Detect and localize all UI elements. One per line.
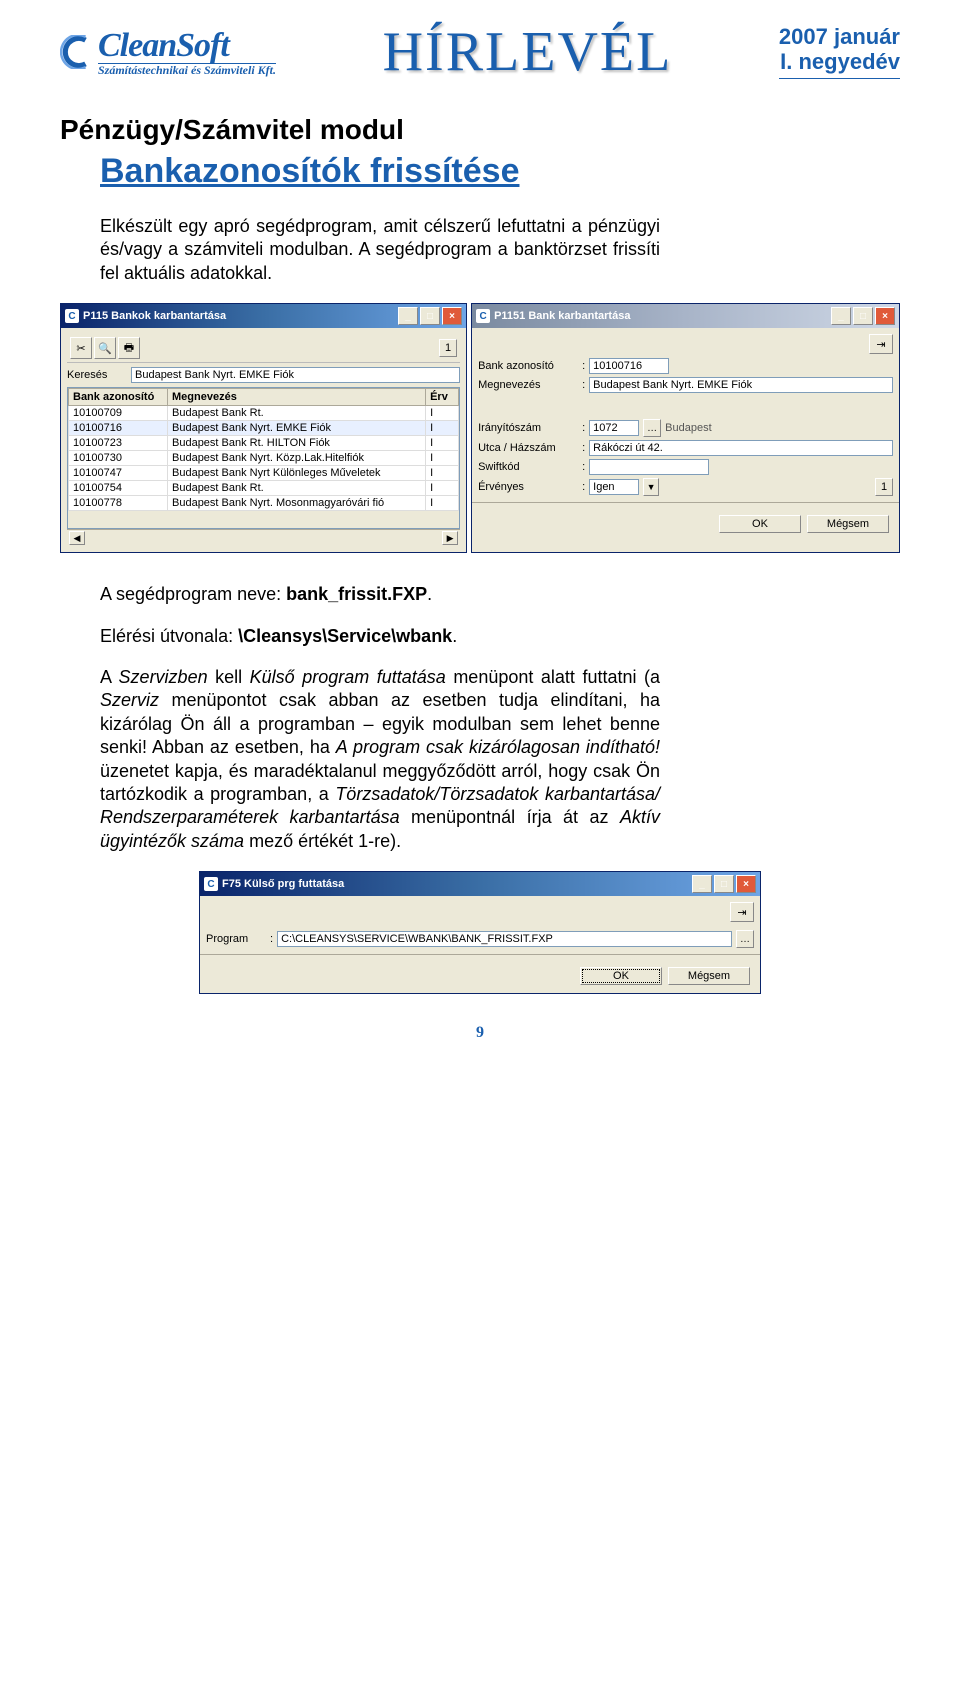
bank-table[interactable]: Bank azonosító Megnevezés Érv 10100709Bu… bbox=[68, 388, 459, 511]
maximize-button[interactable]: □ bbox=[420, 307, 440, 325]
city-label: Budapest bbox=[665, 422, 711, 434]
search-input[interactable] bbox=[131, 367, 460, 383]
toolbar: ✂ 🔍 🖶 1 bbox=[67, 334, 460, 363]
close-button[interactable]: × bbox=[442, 307, 462, 325]
window-title: F75 Külső prg futtatása bbox=[222, 878, 344, 890]
browse-button[interactable]: … bbox=[736, 930, 754, 948]
table-row[interactable]: 10100778Budapest Bank Nyrt. Mosonmagyaró… bbox=[69, 496, 459, 511]
page-number-box: 1 bbox=[875, 478, 893, 496]
close-button[interactable]: × bbox=[875, 307, 895, 325]
horizontal-scrollbar[interactable]: ◀ ▶ bbox=[67, 529, 460, 546]
logo: CleanSoft Számítástechnikai és Számvitel… bbox=[60, 29, 276, 76]
paragraph-4: A Szervizben kell Külső program futtatás… bbox=[100, 666, 660, 853]
window-icon: C bbox=[65, 309, 79, 323]
field-label-program: Program bbox=[206, 933, 266, 945]
minimize-button[interactable]: _ bbox=[831, 307, 851, 325]
toolbar-print-icon[interactable]: 🖶 bbox=[118, 337, 140, 359]
paragraph-3: Elérési útvonala: \Cleansys\Service\wban… bbox=[100, 625, 660, 648]
input-zip[interactable] bbox=[589, 420, 639, 436]
screenshot-row: C P115 Bankok karbantartása _ □ × ✂ 🔍 🖶 … bbox=[60, 303, 900, 553]
search-label: Keresés bbox=[67, 369, 127, 381]
masthead-title: HÍRLEVÉL bbox=[276, 20, 779, 84]
window-icon: C bbox=[476, 309, 490, 323]
field-label-street: Utca / Házszám bbox=[478, 442, 578, 454]
table-row[interactable]: 10100754Budapest Bank Rt.I bbox=[69, 481, 459, 496]
table-row[interactable]: 10100709Budapest Bank Rt.I bbox=[69, 406, 459, 421]
field-label-zip: Irányítószám bbox=[478, 422, 578, 434]
window-titlebar: C P115 Bankok karbantartása _ □ × bbox=[61, 304, 466, 328]
logo-mark-icon bbox=[60, 35, 94, 69]
table-row[interactable]: 10100723Budapest Bank Rt. HILTON FiókI bbox=[69, 436, 459, 451]
toolbar-find-icon[interactable]: 🔍 bbox=[94, 337, 116, 359]
toolbar-cut-icon[interactable]: ✂ bbox=[70, 337, 92, 359]
table-row[interactable]: 10100730Budapest Bank Nyrt. Közp.Lak.Hit… bbox=[69, 451, 459, 466]
col-valid[interactable]: Érv bbox=[426, 389, 459, 406]
input-street[interactable] bbox=[589, 440, 893, 456]
maximize-button[interactable]: □ bbox=[853, 307, 873, 325]
table-row[interactable]: 10100716Budapest Bank Nyrt. EMKE FiókI bbox=[69, 421, 459, 436]
zip-lookup-button[interactable]: … bbox=[643, 419, 661, 437]
input-program-path[interactable] bbox=[277, 931, 732, 947]
window-title: P115 Bankok karbantartása bbox=[83, 310, 226, 322]
scroll-left-icon[interactable]: ◀ bbox=[69, 531, 85, 545]
col-bank-id[interactable]: Bank azonosító bbox=[69, 389, 168, 406]
input-name[interactable] bbox=[589, 377, 893, 393]
window-icon: C bbox=[204, 877, 218, 891]
section-tag: Pénzügy/Számvitel modul bbox=[60, 114, 900, 146]
select-valid[interactable] bbox=[589, 479, 639, 495]
pin-icon[interactable]: ⇥ bbox=[869, 334, 893, 354]
field-label-valid: Érvényes bbox=[478, 481, 578, 493]
field-label-bank-id: Bank azonosító bbox=[478, 360, 578, 372]
window-title: P1151 Bank karbantartása bbox=[494, 310, 630, 322]
logo-subtitle: Számítástechnikai és Számviteli Kft. bbox=[98, 63, 276, 76]
cancel-button[interactable]: Mégsem bbox=[807, 515, 889, 533]
input-swift[interactable] bbox=[589, 459, 709, 475]
scroll-right-icon[interactable]: ▶ bbox=[442, 531, 458, 545]
header-date-quarter: I. negyedév bbox=[780, 50, 900, 74]
ok-button[interactable]: OK bbox=[719, 515, 801, 533]
dialog-bank-list: C P115 Bankok karbantartása _ □ × ✂ 🔍 🖶 … bbox=[60, 303, 467, 553]
field-label-swift: Swiftkód bbox=[478, 461, 578, 473]
dialog-run-external: C F75 Külső prg futtatása _ □ × ⇥ Progra… bbox=[199, 871, 761, 994]
dropdown-arrow-icon[interactable]: ▼ bbox=[643, 478, 659, 496]
minimize-button[interactable]: _ bbox=[692, 875, 712, 893]
pin-icon[interactable]: ⇥ bbox=[730, 902, 754, 922]
header-date-month: 2007 január bbox=[779, 25, 900, 49]
logo-name: CleanSoft bbox=[98, 29, 276, 63]
input-bank-id[interactable] bbox=[589, 358, 669, 374]
maximize-button[interactable]: □ bbox=[714, 875, 734, 893]
page-header: CleanSoft Számítástechnikai és Számvitel… bbox=[60, 20, 900, 84]
page-number-box: 1 bbox=[439, 339, 457, 357]
ok-button[interactable]: OK bbox=[580, 967, 662, 985]
page-number: 9 bbox=[60, 1024, 900, 1042]
cancel-button[interactable]: Mégsem bbox=[668, 967, 750, 985]
article-title: Bankazonosítók frissítése bbox=[100, 152, 900, 191]
dialog-bank-detail: C P1151 Bank karbantartása _ □ × ⇥ Bank … bbox=[471, 303, 900, 553]
minimize-button[interactable]: _ bbox=[398, 307, 418, 325]
table-row[interactable]: 10100747Budapest Bank Nyrt Különleges Mű… bbox=[69, 466, 459, 481]
window-titlebar: C P1151 Bank karbantartása _ □ × bbox=[472, 304, 899, 328]
paragraph-2: A segédprogram neve: bank_frissit.FXP. bbox=[100, 583, 660, 606]
field-label-name: Megnevezés bbox=[478, 379, 578, 391]
close-button[interactable]: × bbox=[736, 875, 756, 893]
window-titlebar: C F75 Külső prg futtatása _ □ × bbox=[200, 872, 760, 896]
header-date: 2007 január I. negyedév bbox=[779, 25, 900, 78]
col-name[interactable]: Megnevezés bbox=[168, 389, 426, 406]
paragraph-1: Elkészült egy apró segédprogram, amit cé… bbox=[100, 215, 660, 285]
